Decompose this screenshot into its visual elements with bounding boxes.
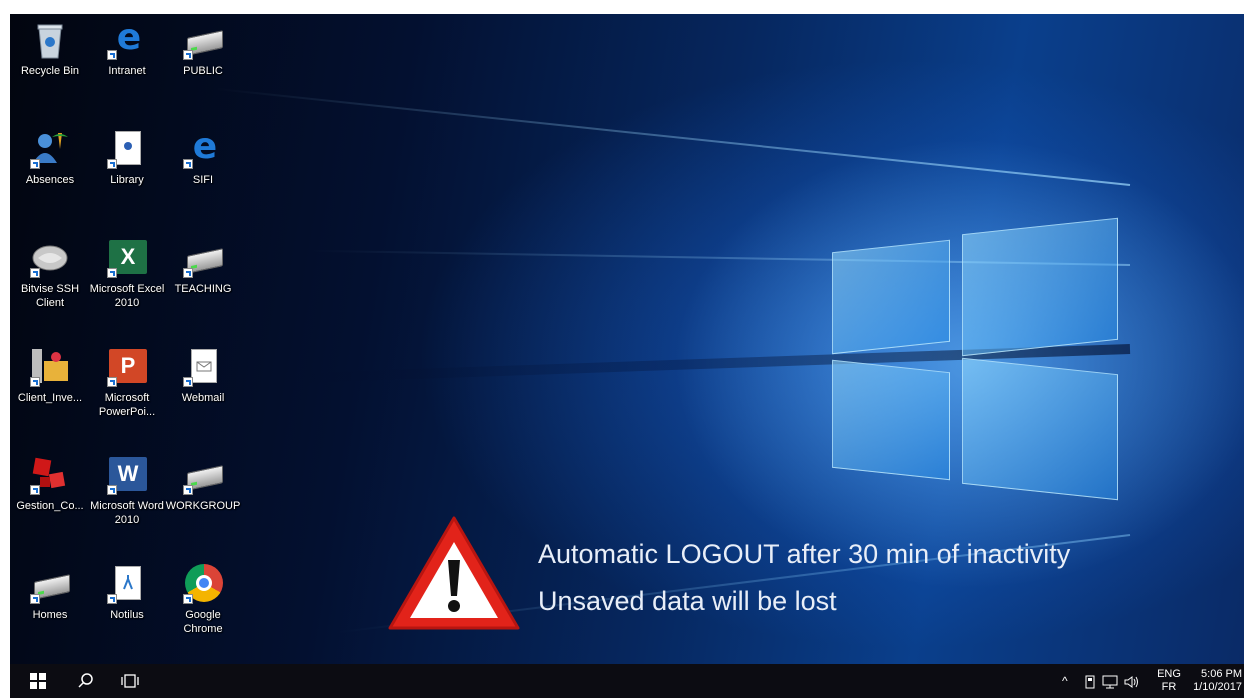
desktop-icon-label: Recycle Bin (20, 65, 80, 77)
shortcut-arrow-icon (107, 268, 117, 278)
desktop-icon-label: Gestion_Co... (16, 500, 84, 512)
desktop-icon-label: Microsoft Word 2010 (90, 500, 164, 526)
webmail-icon (191, 349, 217, 383)
tray-language[interactable]: ENG FR (1156, 668, 1182, 698)
task-view-icon (121, 674, 139, 688)
tray-network[interactable] (1102, 675, 1118, 698)
desktop-icon-label: Absences (25, 174, 75, 186)
chevron-up-icon: ^ (1062, 674, 1068, 688)
desktop-icon-chrome[interactable]: Google Chrome (165, 564, 241, 636)
shortcut-arrow-icon (30, 377, 40, 387)
internet-explorer-icon: e (116, 17, 142, 58)
shortcut-arrow-icon (30, 159, 40, 169)
tray-show-hidden[interactable]: ^ (1062, 664, 1068, 698)
desktop-icon-powerpoint[interactable]: P Microsoft PowerPoi... (89, 347, 165, 419)
shortcut-arrow-icon (183, 50, 193, 60)
warning-message-line1: Automatic LOGOUT after 30 min of inactiv… (538, 539, 1071, 569)
desktop-icon-label: WORKGROUP (165, 500, 241, 512)
warning-triangle-icon (388, 516, 520, 630)
windows-logo-pane (832, 359, 950, 481)
shortcut-arrow-icon (107, 159, 117, 169)
desktop-screen: Recycle Bin e Intranet PUBLIC Absences L… (10, 14, 1244, 698)
shortcut-arrow-icon (30, 268, 40, 278)
shortcut-arrow-icon (183, 159, 193, 169)
clock-time: 5:06 PM (1201, 668, 1242, 680)
tray-volume[interactable] (1124, 675, 1140, 698)
desktop-icon-intranet[interactable]: e Intranet (89, 20, 165, 78)
desktop-icon-library[interactable]: Library (89, 129, 165, 187)
desktop-icon-excel[interactable]: X Microsoft Excel 2010 (89, 238, 165, 310)
usb-icon (1085, 675, 1095, 689)
start-button[interactable] (16, 664, 60, 698)
desktop-icon-homes[interactable]: Homes (12, 564, 88, 622)
desktop-icon-label: PUBLIC (183, 65, 223, 77)
shortcut-arrow-icon (183, 377, 193, 387)
tray-usb[interactable] (1084, 675, 1096, 698)
shortcut-arrow-icon (183, 268, 193, 278)
desktop-icon-webmail[interactable]: Webmail (165, 347, 241, 405)
windows-start-icon (30, 672, 46, 689)
desktop-icon-label: Google Chrome (183, 609, 223, 635)
desktop-icon-word[interactable]: W Microsoft Word 2010 (89, 455, 165, 527)
desktop-icon-label: TEACHING (174, 283, 232, 295)
desktop-icon-teaching[interactable]: TEACHING (165, 238, 241, 296)
language-secondary: FR (1161, 681, 1177, 693)
library-doc-icon (115, 131, 141, 165)
desktop-icon-bitvise[interactable]: Bitvise SSH Client (12, 238, 88, 310)
light-beam (214, 87, 1131, 186)
search-icon (78, 673, 93, 688)
desktop-icon-sifi[interactable]: e SIFI (165, 129, 241, 187)
clock-date: 1/10/2017 (1193, 681, 1242, 693)
desktop-icon-label: Client_Inve... (17, 392, 83, 404)
shortcut-arrow-icon (107, 594, 117, 604)
search-button[interactable] (64, 664, 108, 698)
tray-clock[interactable]: 5:06 PM 1/10/2017 (1186, 668, 1242, 698)
network-icon (1102, 675, 1118, 689)
shortcut-arrow-icon (107, 377, 117, 387)
windows-logo-pane (962, 357, 1118, 501)
shortcut-arrow-icon (30, 485, 40, 495)
desktop-icon-label: Homes (32, 609, 68, 621)
volume-icon (1124, 676, 1138, 688)
desktop-icon-notilus[interactable]: Notilus (89, 564, 165, 622)
desktop-icon-workgroup[interactable]: WORKGROUP (165, 455, 241, 513)
shortcut-arrow-icon (107, 50, 117, 60)
shortcut-arrow-icon (183, 594, 193, 604)
desktop-icon-label: Microsoft PowerPoi... (98, 392, 156, 418)
shortcut-arrow-icon (107, 485, 117, 495)
shortcut-arrow-icon (183, 485, 193, 495)
taskbar: ^ ENG FR 5:06 PM 1/10/2017 (10, 664, 1244, 698)
desktop-icon-label: Library (110, 174, 144, 186)
shortcut-arrow-icon (30, 594, 40, 604)
warning-message-line2: Unsaved data will be lost (538, 586, 837, 616)
desktop-icon-public[interactable]: PUBLIC (165, 20, 241, 78)
task-view-button[interactable] (108, 664, 152, 698)
desktop-icon-label: Webmail (181, 392, 225, 404)
desktop-icon-label: Intranet (108, 65, 146, 77)
desktop-icon-label: Bitvise SSH Client (20, 283, 80, 309)
desktop-icon-absences[interactable]: Absences (12, 129, 88, 187)
notilus-icon (115, 566, 141, 600)
language-primary: ENG (1157, 668, 1181, 680)
desktop-icon-gestion[interactable]: Gestion_Co... (12, 455, 88, 513)
desktop-icon-recycle-bin[interactable]: Recycle Bin (12, 20, 88, 78)
windows-logo-pane (832, 239, 950, 355)
desktop-icon-label: SIFI (192, 174, 214, 186)
internet-explorer-icon: e (192, 126, 218, 167)
desktop-icon-client-inventory[interactable]: Client_Inve... (12, 347, 88, 405)
desktop-icon-label: Notilus (110, 609, 144, 621)
recycle-bin-icon (37, 24, 63, 59)
desktop-icon-label: Microsoft Excel 2010 (89, 283, 165, 309)
windows-logo-pane (962, 217, 1118, 357)
